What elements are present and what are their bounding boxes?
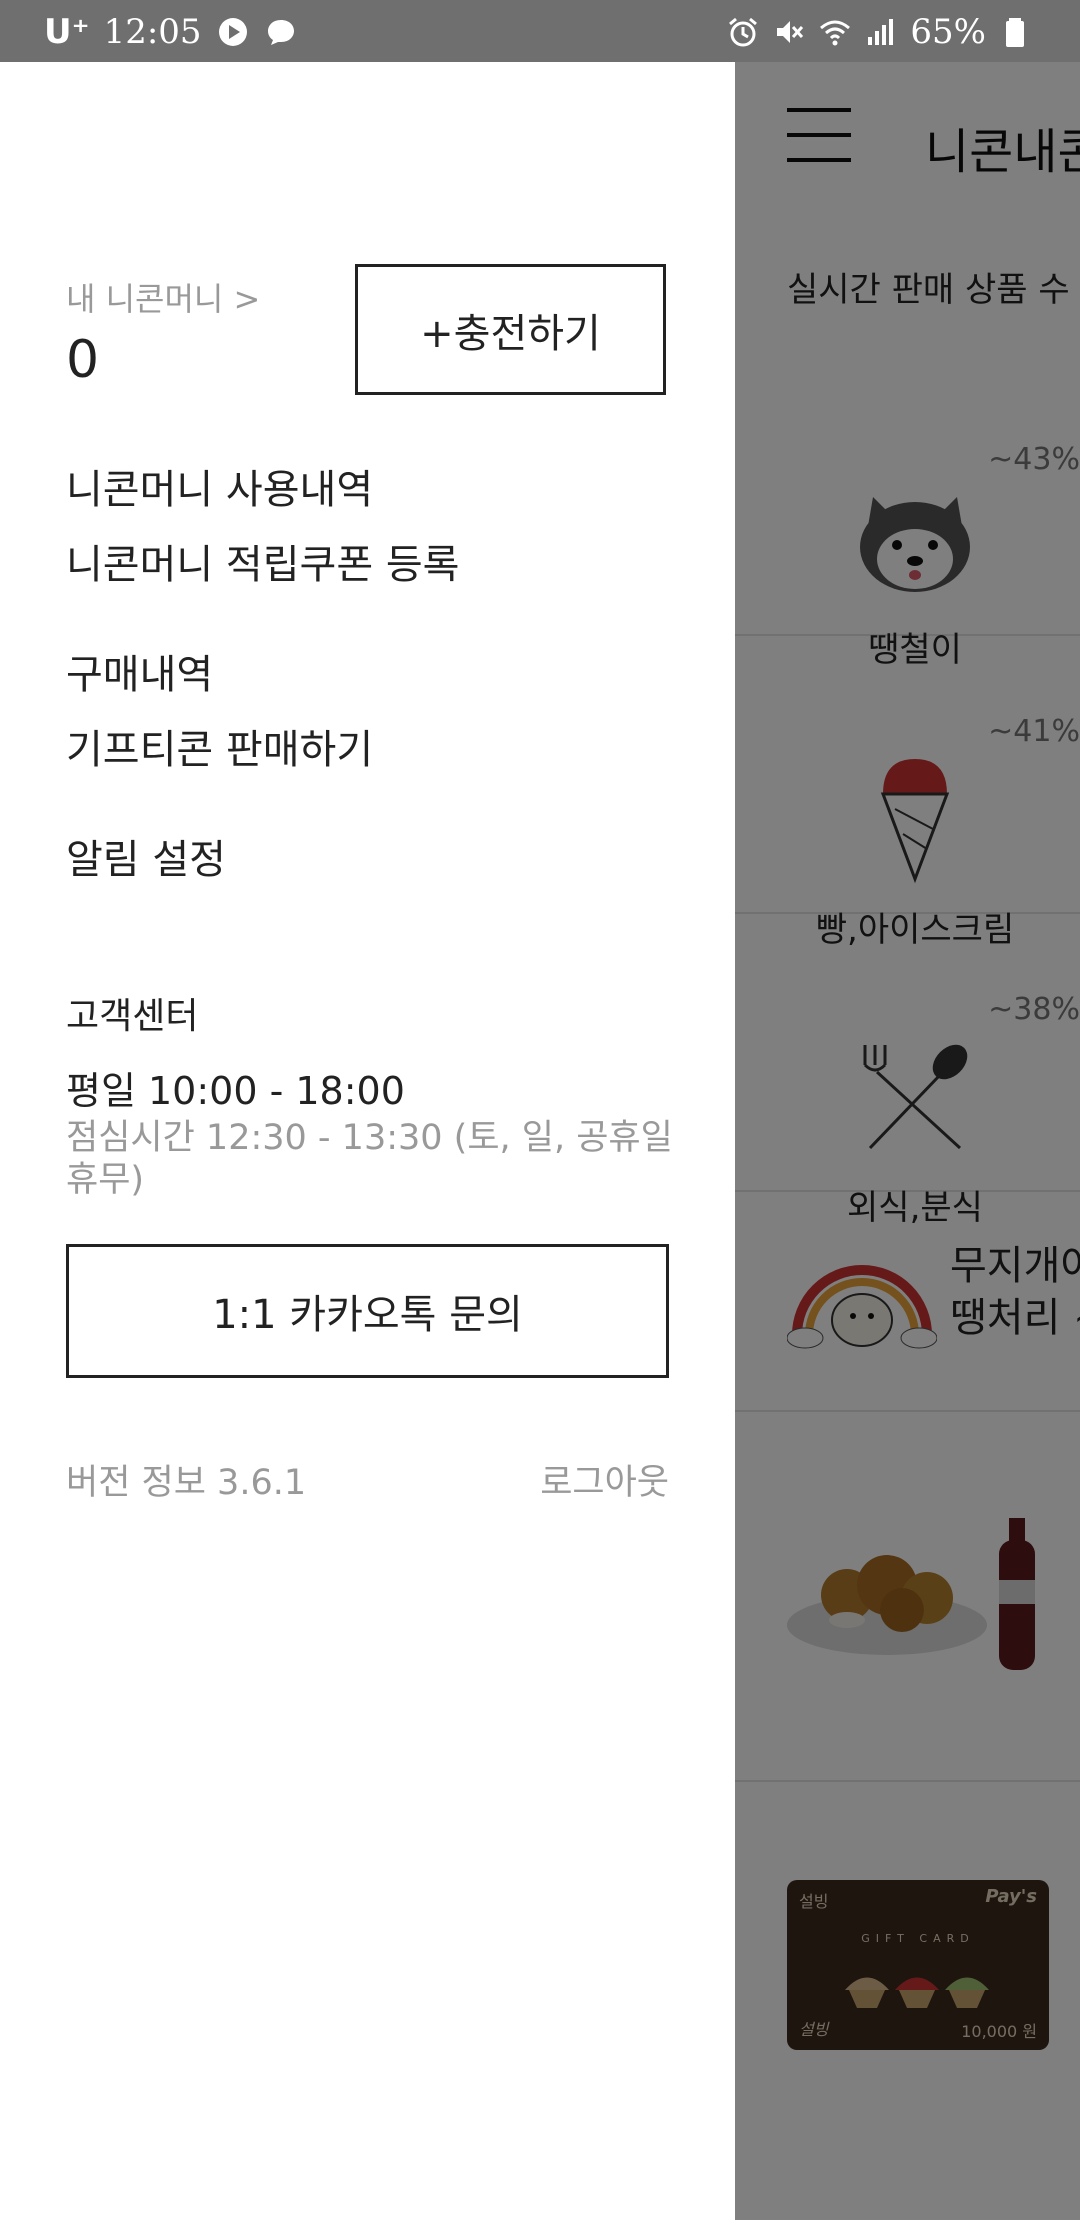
customer-center-lunch: 점심시간 12:30 - 13:30 (토, 일, 공휴일 휴무) (66, 1118, 673, 1200)
carrier-label: U⁺ (44, 12, 90, 52)
wifi-icon (820, 20, 851, 46)
my-money-link[interactable]: 내 니콘머니 > (66, 274, 260, 320)
play-icon (218, 18, 247, 46)
logout-button[interactable]: 로그아웃 (540, 1454, 669, 1505)
version-info: 버전 정보 3.6.1 (66, 1463, 307, 1503)
chat-bubble-icon (267, 20, 294, 45)
signal-icon (868, 19, 894, 45)
clock: 12:05 (103, 12, 202, 52)
status-bar: U⁺ 12:05 65% (0, 0, 1080, 62)
mute-icon (777, 21, 804, 43)
battery-percent: 65% (910, 12, 986, 52)
battery-icon (1006, 18, 1024, 47)
menu-purchase-history[interactable]: 구매내역 (66, 642, 213, 700)
charge-button[interactable]: +충전하기 (355, 264, 666, 395)
alarm-icon (729, 17, 758, 47)
menu-sell-gifticon[interactable]: 기프티콘 판매하기 (66, 717, 373, 775)
kakao-inquiry-button[interactable]: 1:1 카카오톡 문의 (66, 1244, 669, 1378)
money-balance: 0 (66, 330, 100, 390)
customer-center-title: 고객센터 (66, 996, 199, 1037)
customer-center-hours: 평일 10:00 - 18:00 (66, 1069, 405, 1113)
menu-money-history[interactable]: 니콘머니 사용내역 (66, 457, 373, 515)
dim-overlay[interactable] (735, 62, 1080, 2220)
menu-notification-settings[interactable]: 알림 설정 (66, 827, 226, 885)
navigation-drawer: 내 니콘머니 > 0 +충전하기 니콘머니 사용내역 니콘머니 적립쿠폰 등록 … (0, 62, 735, 2220)
menu-coupon-register[interactable]: 니콘머니 적립쿠폰 등록 (66, 532, 459, 590)
